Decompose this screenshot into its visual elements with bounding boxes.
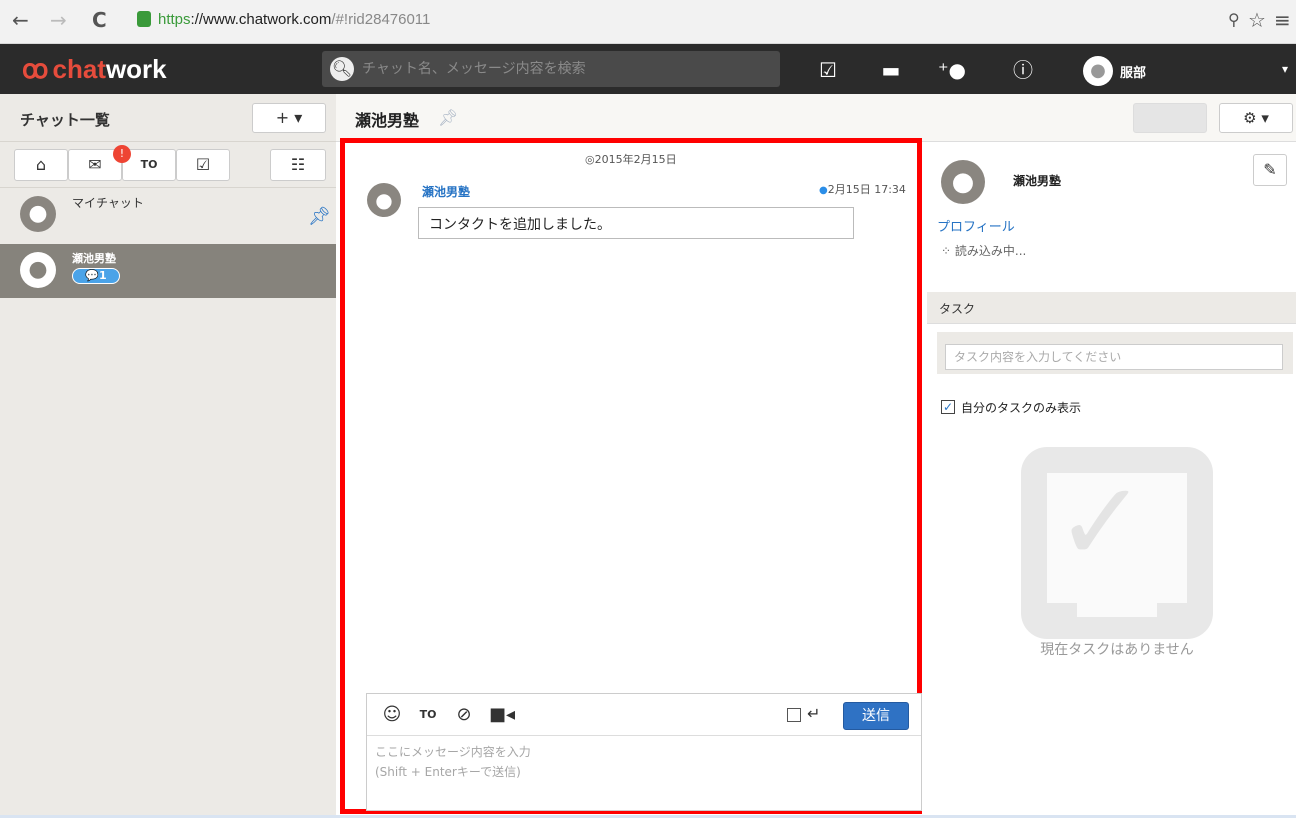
key-icon[interactable]: ⚲ (1228, 10, 1240, 30)
avatar: ● (20, 252, 56, 288)
message-timestamp: ●2月15日 17:34 (819, 183, 906, 196)
my-tasks-label[interactable]: 自分のタスクのみ表示 (961, 399, 1081, 416)
room-title: 瀬池男塾 (355, 111, 420, 130)
chat-room-list: ● マイチャット 📌︎ ● 瀬池男塾 💬1 (0, 188, 336, 818)
settings-button[interactable]: ⚙ ▾ (1219, 103, 1293, 133)
send-button[interactable]: 送信 (843, 702, 909, 730)
room-info-panel: ● 瀬池男塾 ✎ プロフィール ⁘ 読み込み中... タスク ✓ 自分のタスクの… (927, 142, 1296, 818)
app-header: ꝏchatwork 🔍︎ ☑ ▬ ⁺● ⓘ ● 服部 ▾ (0, 44, 1296, 94)
menu-icon[interactable]: ≡ (1274, 10, 1291, 30)
add-contact-icon[interactable]: ⁺● (938, 58, 966, 82)
chatwork-logo[interactable]: ꝏ chatwork (22, 53, 167, 85)
search-input[interactable] (362, 57, 762, 81)
pin-icon[interactable]: 📌︎ (438, 108, 458, 127)
browser-toolbar: ← → C https://www.chatwork.com/#!rid2847… (0, 0, 1296, 44)
enter-to-send-checkbox[interactable] (787, 708, 801, 722)
chat-filter-toolbar: ⌂ ✉ TO ☑ ☷ (0, 142, 336, 188)
chat-room-active[interactable]: ● 瀬池男塾 💬1 (0, 244, 336, 298)
chat-list-title: チャット一覧 (20, 111, 110, 129)
status-dot-icon: ● (819, 185, 828, 196)
task-section-header: タスク (927, 292, 1296, 324)
room-info-name: 瀬池男塾 (1013, 174, 1062, 188)
empty-task-text: 現在タスクはありません (1040, 642, 1194, 658)
avatar[interactable]: ● (367, 183, 401, 217)
category-filter-icon[interactable]: ☷ (270, 149, 326, 181)
message-input[interactable] (375, 742, 905, 802)
unread-count-badge: 💬1 (72, 268, 120, 284)
folder-icon[interactable]: ▬ (878, 58, 904, 82)
chat-room-my-chat[interactable]: ● マイチャット 📌︎ (0, 188, 336, 242)
loading-text: ⁘ 読み込み中... (941, 244, 1027, 258)
task-filter-icon[interactable]: ☑ (176, 149, 230, 181)
chevron-down-icon[interactable]: ▾ (1282, 62, 1288, 76)
forward-button[interactable]: → (50, 10, 67, 30)
task-input[interactable] (945, 344, 1283, 370)
enter-icon: ↵ (807, 704, 821, 723)
chat-list-header: チャット一覧 + ▾ (0, 94, 336, 142)
profile-link[interactable]: プロフィール (937, 216, 1015, 235)
spinner-icon: ⁘ (941, 244, 955, 258)
task-check-icon[interactable]: ☑ (815, 58, 841, 82)
logo-mark-icon: ꝏ (22, 54, 49, 84)
search-box (322, 51, 780, 87)
room-name: マイチャット (72, 196, 144, 210)
message-body: コンタクトを追加しました。 (418, 207, 854, 239)
avatar: ● (20, 196, 56, 232)
username[interactable]: 服部 (1120, 62, 1146, 81)
video-icon[interactable]: ■◂ (489, 704, 515, 726)
my-tasks-checkbox[interactable]: ✓ (941, 400, 955, 414)
folder-button[interactable] (1133, 103, 1207, 133)
add-chat-button[interactable]: + ▾ (252, 103, 326, 133)
user-avatar[interactable]: ● (1083, 56, 1113, 86)
room-name: 瀬池男塾 (72, 252, 116, 265)
search-icon[interactable]: 🔍︎ (330, 57, 354, 81)
edit-icon[interactable]: ✎ (1253, 154, 1287, 186)
unread-badge: ! (113, 145, 131, 163)
to-icon[interactable]: TO (417, 704, 439, 726)
lock-icon (137, 11, 151, 27)
info-icon[interactable]: ⓘ (1010, 58, 1036, 82)
date-separator: ◎2015年2月15日 (585, 153, 677, 166)
back-button[interactable]: ← (12, 10, 29, 30)
chat-timeline-panel: ◎2015年2月15日 ● 瀬池男塾 ●2月15日 17:34 コンタクトを追加… (340, 138, 922, 814)
avatar: ● (941, 160, 985, 204)
address-bar[interactable]: https://www.chatwork.com/#!rid28476011 (158, 10, 430, 30)
message-sender[interactable]: 瀬池男塾 (422, 183, 470, 200)
pin-icon[interactable]: 📌︎ (308, 206, 331, 227)
star-icon[interactable]: ☆ (1248, 10, 1266, 30)
reload-button[interactable]: C (92, 10, 107, 30)
message-composer: ☺ TO ⊘ ■◂ ↵ 送信 (366, 693, 922, 811)
attachment-icon[interactable]: ⊘ (453, 704, 475, 726)
empty-task-icon: ✓ (1021, 447, 1213, 639)
home-icon[interactable]: ⌂ (14, 149, 68, 181)
emoji-icon[interactable]: ☺ (381, 704, 403, 726)
composer-toolbar: ☺ TO ⊘ ■◂ ↵ 送信 (367, 694, 921, 736)
